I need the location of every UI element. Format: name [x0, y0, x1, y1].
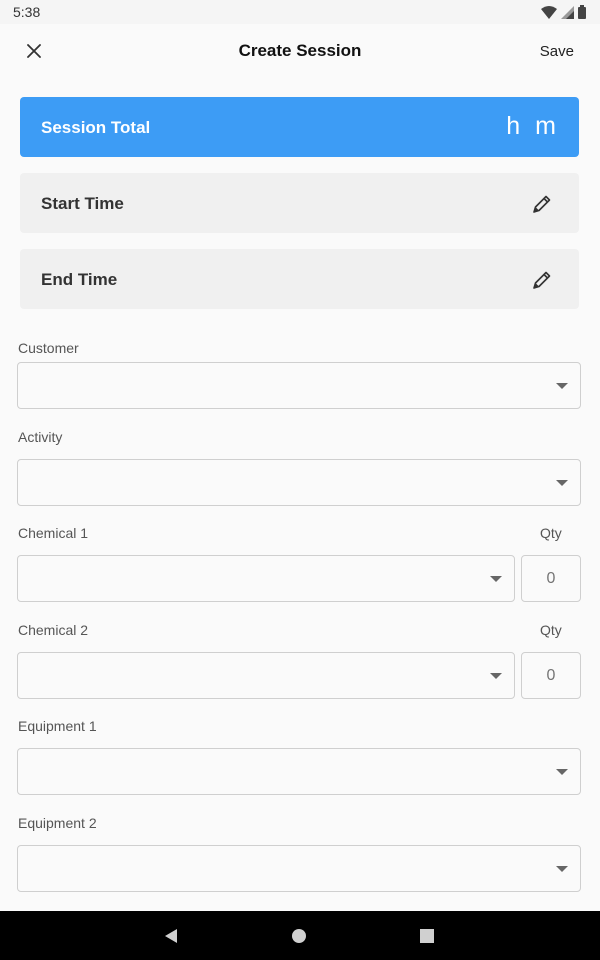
chemical2-qty-input[interactable] [521, 652, 581, 699]
home-circle-icon [292, 928, 306, 943]
chemical1-qty-label: Qty [540, 525, 562, 541]
customer-label: Customer [18, 340, 79, 356]
page-title: Create Session [238, 41, 362, 60]
status-icons [541, 5, 586, 19]
start-time-label: Start Time [41, 194, 124, 213]
session-total-card: Session Total h m [20, 97, 579, 157]
back-triangle-icon [165, 928, 177, 943]
status-bar: 5:38 [0, 0, 600, 24]
activity-label: Activity [18, 429, 63, 445]
equipment1-label: Equipment 1 [18, 718, 97, 734]
hours-unit: h [506, 112, 522, 140]
nav-recents-button[interactable] [397, 911, 457, 960]
end-time-card[interactable]: End Time [20, 249, 579, 309]
status-time: 5:38 [13, 4, 41, 20]
chemical2-qty-label: Qty [540, 622, 562, 638]
dropdown-arrow-icon [556, 383, 568, 389]
customer-dropdown[interactable] [17, 362, 581, 409]
nav-back-button[interactable] [141, 911, 201, 960]
system-nav-bar [0, 911, 600, 960]
chemical2-dropdown[interactable] [17, 652, 515, 699]
equipment1-dropdown[interactable] [17, 748, 581, 795]
app-bar: Create Session Save [0, 24, 600, 78]
dropdown-arrow-icon [556, 480, 568, 486]
save-button[interactable]: Save [540, 43, 574, 60]
end-time-label: End Time [41, 270, 118, 289]
wifi-icon [541, 5, 557, 19]
minutes-unit: m [535, 112, 557, 140]
edit-end-time-icon[interactable] [531, 269, 553, 291]
dropdown-arrow-icon [490, 673, 502, 679]
session-total-label: Session Total [41, 118, 151, 137]
edit-start-time-icon[interactable] [531, 193, 553, 215]
recents-square-icon [420, 928, 434, 943]
dropdown-arrow-icon [490, 576, 502, 582]
nav-home-button[interactable] [269, 911, 329, 960]
chemical2-label: Chemical 2 [18, 622, 89, 638]
start-time-card[interactable]: Start Time [20, 173, 579, 233]
chemical1-qty-input[interactable] [521, 555, 581, 602]
chemical1-dropdown[interactable] [17, 555, 515, 602]
equipment2-label: Equipment 2 [18, 815, 97, 831]
chemical1-label: Chemical 1 [18, 525, 89, 541]
session-total-duration: h m [506, 112, 557, 141]
equipment2-dropdown[interactable] [17, 845, 581, 892]
dropdown-arrow-icon [556, 769, 568, 775]
cell-signal-icon [561, 5, 574, 19]
dropdown-arrow-icon [556, 866, 568, 872]
battery-icon [578, 5, 586, 19]
activity-dropdown[interactable] [17, 459, 581, 506]
